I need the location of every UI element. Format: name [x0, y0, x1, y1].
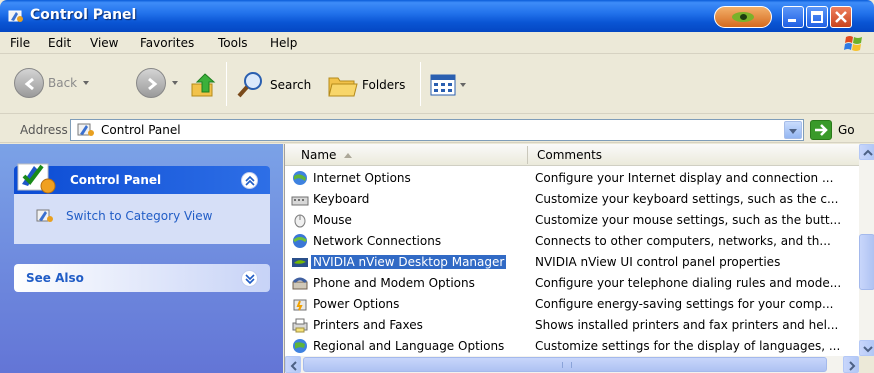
see-also-section-header[interactable]: See Also — [14, 264, 270, 292]
folders-icon — [328, 77, 358, 97]
network-connections-icon — [293, 234, 307, 248]
control-panel-small-icon — [77, 123, 94, 136]
list-item[interactable]: Keyboard Customize your keyboard setting… — [285, 189, 859, 210]
list-item[interactable]: Power Options Configure energy-saving se… — [285, 294, 859, 315]
control-panel-large-icon — [17, 163, 56, 194]
chevron-down-icon — [863, 346, 873, 353]
nvidia-icon — [292, 258, 308, 267]
items-list-view: Name Comments Internet Options Configure… — [284, 144, 874, 373]
back-button[interactable]: Back — [14, 68, 90, 98]
phone-modem-icon — [292, 277, 308, 290]
switch-to-category-view-link[interactable]: Switch to Category View — [36, 208, 212, 224]
list-item-selected[interactable]: NVIDIA nView Desktop Manager NVIDIA nVie… — [285, 252, 859, 273]
control-panel-small-icon — [36, 209, 53, 222]
chevron-up-icon — [245, 175, 255, 186]
menu-help[interactable]: Help — [270, 36, 297, 50]
list-item[interactable]: Mouse Customize your mouse settings, suc… — [285, 210, 859, 231]
windows-flag-icon — [844, 36, 862, 51]
chevron-down-icon — [245, 274, 255, 285]
forward-button[interactable] — [136, 68, 178, 98]
keyboard-icon — [291, 196, 309, 206]
window-title: Control Panel — [30, 7, 137, 23]
maximize-button[interactable] — [806, 6, 828, 28]
vertical-scroll-thumb[interactable] — [859, 234, 874, 290]
list-item[interactable]: Printers and Faxes Shows installed print… — [285, 315, 859, 336]
chevron-up-icon — [863, 149, 873, 156]
minimize-button[interactable] — [782, 6, 804, 28]
list-item[interactable]: Network Connections Connects to other co… — [285, 231, 859, 252]
go-button[interactable]: Go — [838, 123, 855, 137]
internet-options-icon — [293, 171, 307, 185]
list-rows: Internet Options Configure your Internet… — [285, 168, 859, 356]
horizontal-scroll-thumb[interactable] — [303, 357, 827, 372]
task-pane: Control Panel Switch to Category View Se — [0, 144, 283, 373]
mouse-icon — [294, 214, 306, 228]
minimize-icon — [788, 19, 796, 22]
printers-faxes-icon — [292, 318, 308, 333]
sort-ascending-icon — [344, 153, 353, 158]
scroll-up-button[interactable] — [859, 144, 874, 160]
windows-logo-badge — [714, 6, 772, 28]
collapse-control-panel-button[interactable] — [241, 172, 258, 189]
views-button[interactable] — [430, 74, 466, 96]
up-folder-icon[interactable] — [190, 70, 220, 100]
title-bar[interactable]: Control Panel — [0, 0, 874, 32]
search-icon — [237, 72, 262, 98]
views-dropdown-icon — [460, 83, 466, 87]
control-panel-icon — [8, 10, 23, 22]
list-item[interactable]: Regional and Language Options Customize … — [285, 336, 859, 356]
menu-edit[interactable]: Edit — [48, 36, 71, 50]
address-input[interactable]: Control Panel — [70, 119, 804, 141]
maximize-icon — [811, 11, 823, 23]
list-item[interactable]: Phone and Modem Options Configure your t… — [285, 273, 859, 294]
scrollbar-corner — [859, 356, 874, 373]
expand-see-also-button[interactable] — [241, 270, 258, 287]
forward-dropdown-icon — [172, 81, 178, 85]
back-dropdown-icon — [83, 81, 90, 85]
menu-bar: File Edit View Favorites Tools Help — [0, 32, 874, 54]
vertical-scrollbar[interactable] — [859, 144, 874, 356]
menu-tools[interactable]: Tools — [218, 36, 248, 50]
menu-view[interactable]: View — [90, 36, 118, 50]
power-options-icon — [293, 299, 307, 311]
address-dropdown-button[interactable] — [784, 121, 802, 139]
search-button[interactable]: Search — [236, 70, 311, 100]
forward-arrow-icon — [136, 68, 166, 98]
menu-file[interactable]: File — [10, 36, 30, 50]
go-arrow-icon[interactable] — [810, 120, 832, 140]
chevron-right-icon — [849, 361, 856, 371]
regional-language-icon — [293, 339, 307, 353]
column-comments-header[interactable]: Comments — [537, 148, 602, 162]
scroll-down-button[interactable] — [859, 340, 874, 356]
horizontal-scrollbar[interactable] — [285, 356, 859, 373]
control-panel-section-body: Switch to Category View — [14, 194, 270, 244]
folders-button[interactable]: Folders — [326, 70, 405, 100]
menu-favorites[interactable]: Favorites — [140, 36, 194, 50]
address-label: Address — [20, 123, 68, 137]
column-header: Name Comments — [285, 144, 859, 166]
back-arrow-icon — [14, 68, 44, 98]
list-item[interactable]: Internet Options Configure your Internet… — [285, 168, 859, 189]
chevron-left-icon — [290, 361, 297, 371]
close-icon — [835, 11, 847, 23]
column-name-header[interactable]: Name — [301, 148, 353, 162]
scroll-left-button[interactable] — [285, 356, 301, 373]
views-icon — [430, 74, 456, 96]
close-button[interactable] — [830, 6, 852, 28]
address-bar: Address Control Panel Go — [0, 116, 874, 143]
control-panel-window: Control Panel File Edit View Favorites T… — [0, 0, 874, 373]
scroll-right-button[interactable] — [843, 356, 859, 373]
